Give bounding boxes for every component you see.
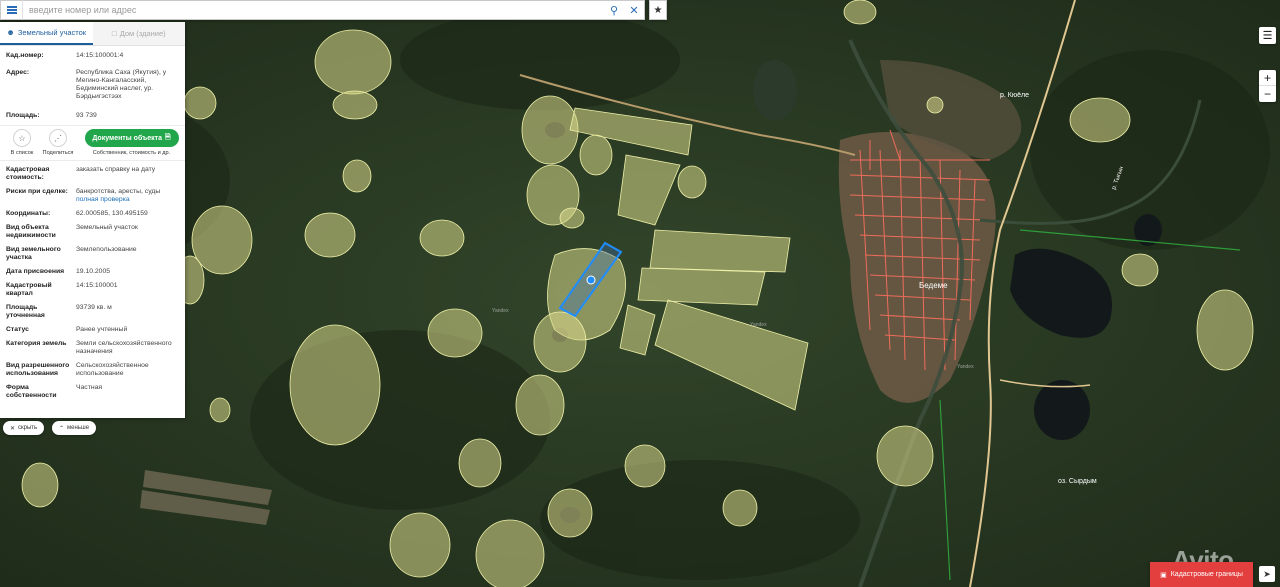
search-input[interactable] (23, 1, 604, 19)
zoom-control: + − (1259, 70, 1276, 102)
order-certificate-link[interactable]: заказать справку на дату (76, 166, 179, 182)
cadastral-boundaries-button[interactable]: ▣ Кадастровые границы (1150, 562, 1253, 587)
search-icon[interactable]: ⚲ (604, 1, 624, 19)
tab-label: Земельный участок (17, 28, 87, 37)
building-icon: □ (111, 29, 117, 38)
person-icon: ☻ (6, 28, 15, 37)
boundaries-icon: ▣ (1160, 571, 1167, 579)
detail-row: Категория земель Земли сельскохозяйствен… (6, 340, 172, 355)
detail-row: Дата присвоения 19.10.2005 (6, 268, 111, 275)
hamburger-menu-icon[interactable] (1, 0, 23, 20)
share-button[interactable]: ⋰ Поделиться (40, 129, 76, 156)
watermark-1: Yandex (492, 308, 509, 314)
kad-number-row: Кад.номер: 14:15:100001:4 (6, 46, 179, 63)
full-check-link[interactable]: полная проверка (76, 196, 179, 204)
documents-subtitle: Собственник, стоимость и др. (92, 150, 171, 156)
star-outline-icon: ☆ (13, 129, 31, 147)
lake-label: оз. Сырдым (1058, 478, 1097, 485)
detail-row: Площадь уточненная 93739 кв. м (6, 304, 112, 319)
detail-row: Кадастровый квартал 14:15:100001 (6, 282, 118, 297)
search-bar: ⚲ ✕ (0, 0, 645, 20)
details-list: Кадастровая стоимость: заказать справку … (0, 163, 185, 403)
close-icon: ✕ (10, 425, 16, 432)
tab-land-plot[interactable]: ☻ Земельный участок (0, 22, 93, 45)
hide-panel-button[interactable]: ✕ скрыть (3, 421, 45, 435)
object-documents-button[interactable]: Документы объекта 🗎 (84, 129, 179, 147)
parcel-info-panel: ☻ Земельный участок □ Дом (здание) Кад.н… (0, 22, 185, 418)
document-icon: 🗎 (165, 133, 171, 141)
panel-tabs: ☻ Земельный участок □ Дом (здание) (0, 22, 185, 46)
satellite-map[interactable]: Бедеме оз. Сырдым р. Кюёле р. Тыгын Yand… (0, 0, 1280, 587)
locate-icon[interactable]: ➤ (1259, 566, 1275, 582)
watermark-3: Yandex (957, 364, 974, 370)
detail-row: Вид объекта недвижимости Земельный участ… (6, 224, 138, 239)
detail-row: Риски при сделке: банкротства, аресты, с… (6, 185, 179, 207)
detail-row: Вид земельного участка Землепользование (6, 246, 137, 261)
town-label: Бедеме (919, 281, 948, 290)
detail-row: Статус Ранее учтенный (6, 326, 128, 333)
show-less-button[interactable]: ⌃ меньше (52, 421, 97, 435)
tab-building[interactable]: □ Дом (здание) (92, 22, 185, 45)
layers-icon[interactable]: ☰ (1259, 27, 1276, 44)
kad-number-value[interactable]: 14:15:100001:4 (76, 52, 179, 60)
detail-row: Координаты: 62.000585, 130.495159 (6, 210, 148, 217)
zoom-in-button[interactable]: + (1259, 70, 1276, 86)
tab-label: Дом (здание) (119, 29, 166, 38)
area-value: 93 739 (76, 112, 97, 119)
detail-row: Форма собственности Частная (6, 384, 103, 399)
detail-row: Кадастровая стоимость: заказать справку … (6, 163, 179, 185)
watermark-2: Yandex (750, 322, 767, 328)
area-row: Площадь: 93 739 (6, 104, 179, 123)
address-value: Республика Саха (Якутия), у Мегино-Канга… (76, 69, 167, 100)
favorites-star-icon[interactable]: ★ (649, 0, 667, 20)
share-icon: ⋰ (49, 129, 67, 147)
chevron-up-icon: ⌃ (59, 425, 65, 432)
detail-row: Вид разрешенного использования Сельскохо… (6, 362, 149, 377)
address-row: Адрес: Республика Саха (Якутия), у Мегин… (6, 63, 179, 104)
zoom-out-button[interactable]: − (1259, 86, 1276, 102)
close-icon[interactable]: ✕ (624, 1, 644, 19)
add-to-list-button[interactable]: ☆ В список (4, 129, 40, 156)
actions-bar: ☆ В список ⋰ Поделиться Документы объект… (0, 125, 185, 161)
river-label-1: р. Кюёле (1000, 92, 1029, 99)
